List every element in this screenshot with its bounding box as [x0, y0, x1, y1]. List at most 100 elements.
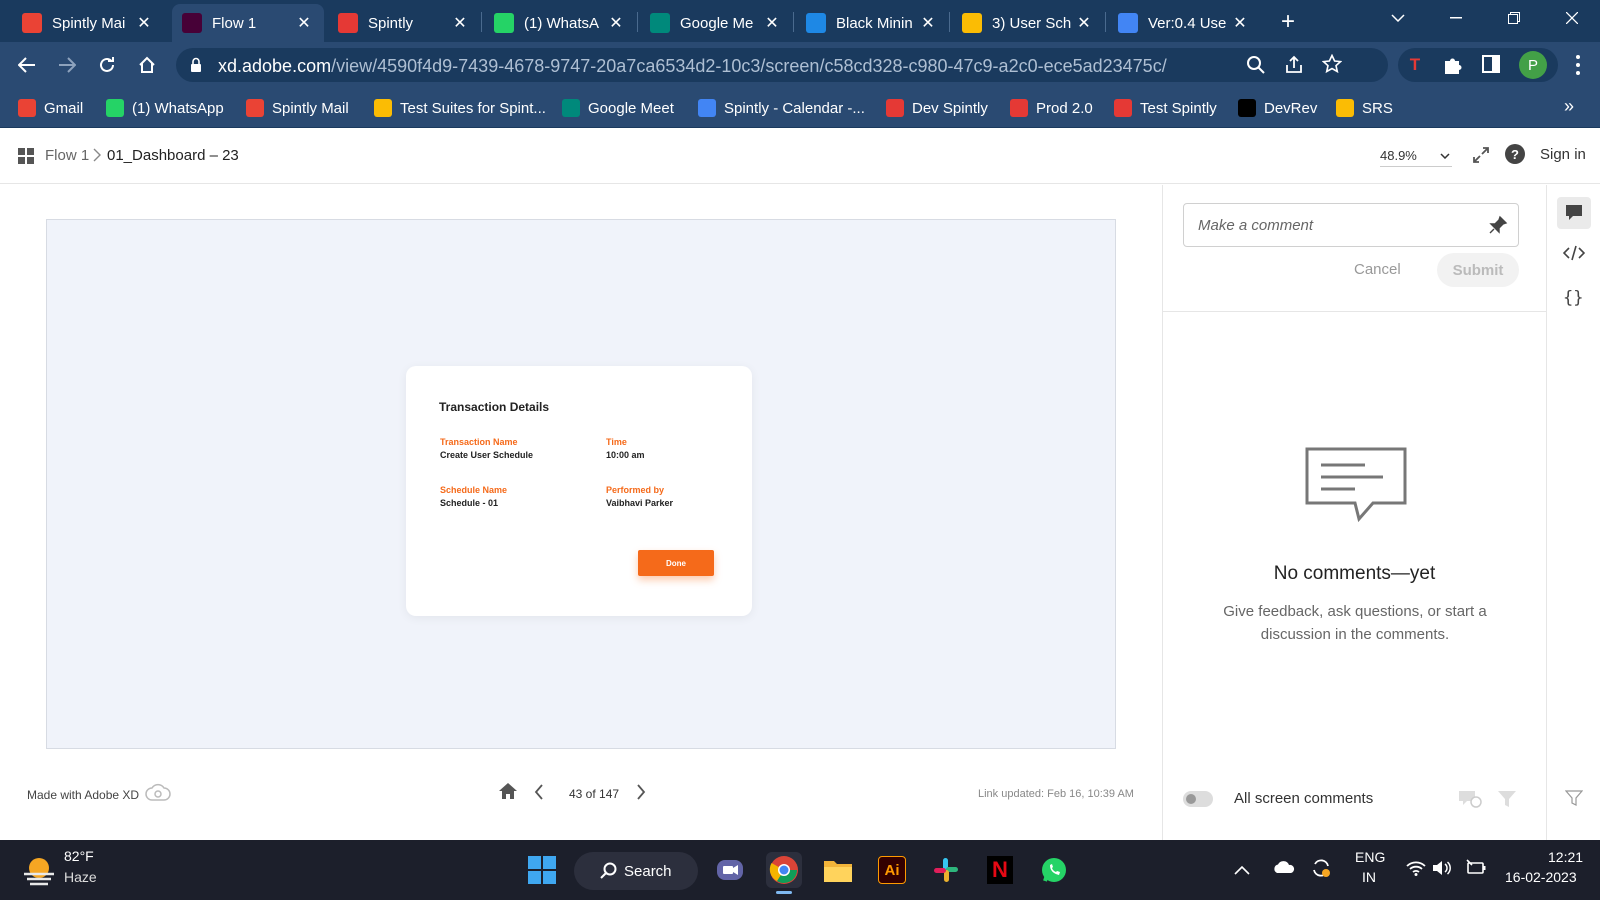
lock-icon[interactable] — [190, 57, 202, 78]
bookmark-item[interactable]: (1) WhatsApp — [106, 96, 224, 120]
tp-extension-icon[interactable]: T — [1404, 54, 1426, 76]
chrome-taskbar-icon[interactable] — [766, 852, 802, 894]
slack-icon[interactable] — [928, 852, 964, 888]
browser-tab[interactable]: Spintly ✕ — [328, 4, 480, 42]
netflix-icon[interactable]: N — [982, 852, 1018, 888]
windows-start-icon[interactable] — [524, 852, 560, 888]
submit-button[interactable]: Submit — [1437, 253, 1519, 287]
sync-icon[interactable] — [1310, 857, 1332, 884]
close-tab-icon[interactable]: ✕ — [762, 13, 782, 33]
creative-cloud-icon[interactable] — [145, 783, 171, 808]
url-text[interactable]: xd.adobe.com/view/4590f4d9-7439-4678-974… — [218, 56, 1167, 77]
browser-tab[interactable]: 3) User Sch ✕ — [952, 4, 1104, 42]
browser-tab[interactable]: (1) WhatsA ✕ — [484, 4, 636, 42]
google-drive-icon — [962, 13, 982, 33]
teams-chat-icon[interactable] — [712, 852, 748, 888]
bookmark-star-icon[interactable] — [1321, 53, 1343, 79]
puzzle-extension-icon[interactable] — [1442, 54, 1464, 81]
comments-panel-icon[interactable] — [1557, 197, 1591, 229]
clock-date[interactable]: 16-02-2023 — [1505, 869, 1577, 885]
breadcrumb-flow[interactable]: Flow 1 — [45, 147, 89, 164]
more-bookmarks-button[interactable]: » — [1564, 96, 1574, 117]
home-icon[interactable] — [132, 50, 162, 80]
onedrive-icon[interactable] — [1272, 860, 1296, 879]
language-bottom[interactable]: IN — [1362, 869, 1376, 885]
close-tab-icon[interactable]: ✕ — [134, 13, 154, 33]
browser-toolbar: xd.adobe.com/view/4590f4d9-7439-4678-974… — [0, 42, 1600, 88]
bookmark-item[interactable]: Gmail — [18, 96, 83, 120]
close-window-icon[interactable] — [1548, 0, 1596, 36]
zoom-select[interactable]: 48.9% — [1380, 145, 1452, 167]
close-tab-icon[interactable]: ✕ — [450, 13, 470, 33]
specs-icon[interactable]: {} — [1563, 288, 1583, 308]
side-panel-icon[interactable] — [1482, 55, 1500, 78]
close-tab-icon[interactable]: ✕ — [606, 13, 626, 33]
browser-tab[interactable]: Ver:0.4 Use ✕ — [1108, 4, 1260, 42]
bookmark-item[interactable]: SRS — [1336, 96, 1393, 120]
tab-separator — [793, 12, 794, 32]
restore-icon[interactable] — [1490, 0, 1538, 36]
file-explorer-icon[interactable] — [820, 852, 856, 888]
battery-charging-icon[interactable] — [1466, 859, 1488, 882]
windows-taskbar: 82°F Haze Search Ai N ENG IN 12:21 16-02… — [0, 840, 1600, 900]
done-button[interactable]: Done — [638, 550, 714, 576]
bookmark-item[interactable]: Dev Spintly — [886, 96, 988, 120]
show-hidden-icons[interactable] — [1234, 862, 1250, 880]
close-tab-icon[interactable]: ✕ — [1230, 13, 1250, 33]
bookmark-item[interactable]: Spintly Mail — [246, 96, 349, 120]
illustrator-icon[interactable]: Ai — [874, 852, 910, 888]
volume-icon[interactable] — [1432, 859, 1452, 882]
filter-icon[interactable] — [1497, 789, 1517, 814]
clock-time[interactable]: 12:21 — [1548, 849, 1583, 865]
sign-in-link[interactable]: Sign in — [1540, 146, 1586, 163]
previous-screen-icon[interactable] — [534, 784, 544, 805]
whatsapp-taskbar-icon[interactable] — [1036, 852, 1072, 888]
tab-search-icon[interactable] — [1374, 0, 1422, 36]
bookmark-item[interactable]: Test Spintly — [1114, 96, 1217, 120]
weather-desc[interactable]: Haze — [64, 869, 97, 885]
cancel-button[interactable]: Cancel — [1354, 261, 1401, 278]
filter-rail-icon[interactable] — [1564, 789, 1584, 812]
bookmark-item[interactable]: DevRev — [1238, 96, 1317, 120]
more-menu-icon[interactable] — [1568, 53, 1588, 77]
code-icon[interactable] — [1562, 245, 1586, 266]
tab-title: Spintly Mai — [52, 14, 126, 32]
profile-avatar[interactable]: P — [1519, 51, 1547, 79]
comment-input[interactable]: Make a comment — [1183, 203, 1519, 247]
bookmark-item[interactable]: Spintly - Calendar -... — [698, 96, 865, 120]
comments-panel: Make a comment Cancel Submit No comments… — [1162, 185, 1546, 840]
grid-view-icon[interactable] — [18, 148, 34, 169]
gmail-icon — [22, 13, 42, 33]
home-screen-icon[interactable] — [498, 782, 518, 805]
wifi-status-icon[interactable] — [1406, 860, 1426, 881]
pin-icon[interactable] — [1488, 215, 1508, 235]
browser-tab[interactable]: Flow 1 ✕ — [172, 4, 324, 42]
zoom-search-icon[interactable] — [1246, 55, 1266, 80]
browser-tab[interactable]: Black Minin ✕ — [796, 4, 948, 42]
share-icon[interactable] — [1284, 55, 1304, 80]
fullscreen-icon[interactable] — [1472, 146, 1490, 169]
minimize-icon[interactable] — [1432, 0, 1480, 36]
reload-icon[interactable] — [92, 50, 122, 80]
new-tab-button[interactable]: + — [1274, 8, 1302, 36]
canva-icon — [806, 13, 826, 33]
back-icon[interactable] — [12, 50, 42, 80]
language-top[interactable]: ENG — [1355, 849, 1385, 865]
forward-icon[interactable] — [52, 50, 82, 80]
close-tab-icon[interactable]: ✕ — [1074, 13, 1094, 33]
taskbar-search[interactable]: Search — [574, 852, 698, 890]
browser-tab[interactable]: Google Me ✕ — [640, 4, 792, 42]
close-tab-icon[interactable]: ✕ — [294, 13, 314, 33]
all-comments-toggle[interactable] — [1183, 791, 1213, 807]
weather-temp[interactable]: 82°F — [64, 848, 94, 864]
next-screen-icon[interactable] — [636, 784, 646, 805]
address-bar[interactable]: xd.adobe.com/view/4590f4d9-7439-4678-974… — [176, 48, 1388, 82]
bookmark-label: DevRev — [1264, 99, 1318, 117]
close-tab-icon[interactable]: ✕ — [918, 13, 938, 33]
browser-tab[interactable]: Spintly Mai ✕ — [12, 4, 164, 42]
bookmark-item[interactable]: Prod 2.0 — [1010, 96, 1093, 120]
help-icon[interactable]: ? — [1505, 144, 1525, 164]
hide-comments-icon[interactable] — [1457, 789, 1483, 814]
bookmark-item[interactable]: Test Suites for Spint... — [374, 96, 546, 120]
bookmark-item[interactable]: Google Meet — [562, 96, 674, 120]
